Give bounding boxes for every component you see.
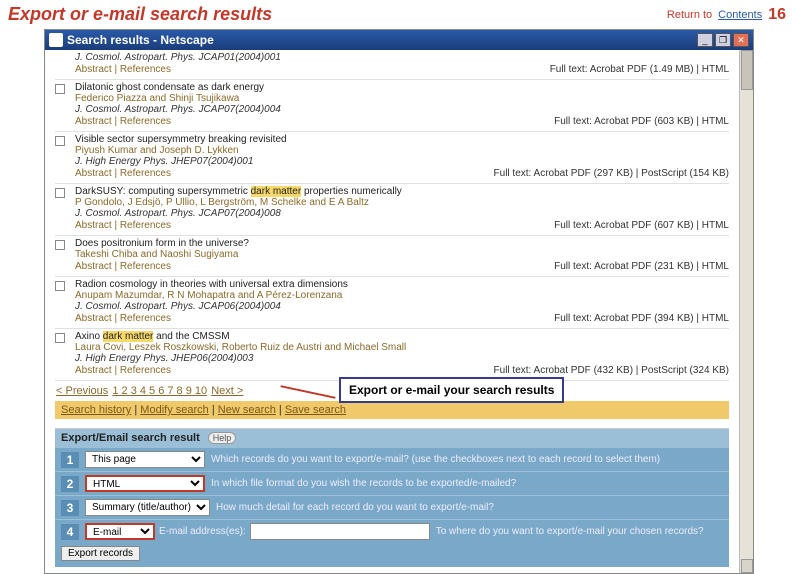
result-authors[interactable]: Anupam Mazumdar, R N Mohapatra and A Pér…: [75, 290, 729, 301]
result-authors[interactable]: Laura Covi, Leszek Roszkowski, Roberto R…: [75, 342, 729, 353]
result-title: DarkSUSY: computing supersymmetric dark …: [75, 186, 729, 197]
email-input[interactable]: [250, 523, 430, 540]
result-links[interactable]: Abstract | References: [75, 365, 171, 376]
highlight: dark matter: [103, 331, 154, 342]
help-button[interactable]: Help: [208, 432, 237, 444]
step-text: Which records do you want to export/e-ma…: [211, 454, 660, 465]
result-checkbox[interactable]: [55, 136, 65, 146]
result-row: J. Cosmol. Astropart. Phys. JCAP01(2004)…: [55, 50, 729, 80]
result-row: DarkSUSY: computing supersymmetric dark …: [55, 184, 729, 236]
callout-label: Export or e-mail your search results: [339, 377, 564, 403]
scroll-thumb[interactable]: [741, 50, 753, 90]
result-title: Radion cosmology in theories with univer…: [75, 279, 729, 290]
result-title: Visible sector supersymmetry breaking re…: [75, 134, 729, 145]
step-text: To where do you want to export/e-mail yo…: [436, 526, 704, 537]
slide-title: Export or e-mail search results: [8, 4, 272, 25]
highlight: dark matter: [251, 186, 302, 197]
search-actions-bar: Search history | Modify search | New sea…: [55, 401, 729, 419]
result-links[interactable]: Abstract | References: [75, 168, 171, 179]
result-journal: J. High Energy Phys. JHEP06(2004)003: [75, 353, 729, 364]
result-authors[interactable]: Takeshi Chiba and Naoshi Sugiyama: [75, 249, 729, 260]
result-checkbox[interactable]: [55, 281, 65, 291]
contents-link[interactable]: Contents: [718, 9, 762, 21]
result-row: Does positronium form in the universe? T…: [55, 236, 729, 277]
maximize-button[interactable]: ❐: [715, 33, 731, 47]
result-title: Dilatonic ghost condensate as dark energ…: [75, 82, 729, 93]
result-authors[interactable]: Federico Piazza and Shinji Tsujikawa: [75, 93, 729, 104]
result-journal: J. Cosmol. Astropart. Phys. JCAP07(2004)…: [75, 208, 729, 219]
fulltext-links[interactable]: Full text: Acrobat PDF (394 KB) | HTML: [554, 313, 729, 324]
pager-prev[interactable]: < Previous: [56, 385, 108, 397]
title-pre: Axino: [75, 331, 103, 342]
email-label: E-mail address(es):: [159, 526, 246, 537]
result-links[interactable]: Abstract | References: [75, 313, 171, 324]
fulltext-links[interactable]: Full text: Acrobat PDF (432 KB) | PostSc…: [494, 365, 729, 376]
netscape-icon: [49, 33, 63, 47]
callout-arrow: [280, 385, 335, 399]
result-checkbox[interactable]: [55, 188, 65, 198]
modify-search-link[interactable]: Modify search: [140, 404, 208, 416]
result-links[interactable]: Abstract | References: [75, 64, 171, 75]
step-text: How much detail for each record do you w…: [216, 502, 494, 513]
step-number: 2: [61, 476, 79, 492]
export-records-button[interactable]: Export records: [61, 546, 140, 561]
result-links[interactable]: Abstract | References: [75, 220, 171, 231]
step-number: 4: [61, 524, 79, 540]
minimize-button[interactable]: _: [697, 33, 713, 47]
result-row: Dilatonic ghost condensate as dark energ…: [55, 80, 729, 132]
new-search-link[interactable]: New search: [218, 404, 276, 416]
window-title: Search results - Netscape: [67, 33, 214, 47]
page-number: 16: [768, 6, 786, 24]
result-journal: J. Cosmol. Astropart. Phys. JCAP06(2004)…: [75, 301, 729, 312]
detail-select[interactable]: Summary (title/author): [85, 499, 210, 516]
export-header: Export/Email search result: [61, 432, 200, 444]
result-journal: J. High Energy Phys. JHEP07(2004)001: [75, 156, 729, 167]
result-links[interactable]: Abstract | References: [75, 261, 171, 272]
result-authors[interactable]: Piyush Kumar and Joseph D. Lykken: [75, 145, 729, 156]
fulltext-links[interactable]: Full text: Acrobat PDF (603 KB) | HTML: [554, 116, 729, 127]
browser-window: Search results - Netscape _ ❐ ✕ J. Cosmo…: [44, 29, 754, 574]
destination-select[interactable]: E-mail: [85, 523, 155, 540]
result-row: Radion cosmology in theories with univer…: [55, 277, 729, 329]
step-text: In which file format do you wish the rec…: [211, 478, 516, 489]
fulltext-links[interactable]: Full text: Acrobat PDF (231 KB) | HTML: [554, 261, 729, 272]
result-checkbox[interactable]: [55, 240, 65, 250]
save-search-link[interactable]: Save search: [285, 404, 346, 416]
pager-next[interactable]: Next >: [211, 385, 243, 397]
search-history-link[interactable]: Search history: [61, 404, 131, 416]
title-post: and the CMSSM: [153, 331, 229, 342]
result-journal: J. Cosmol. Astropart. Phys. JCAP01(2004)…: [75, 52, 729, 63]
result-authors[interactable]: P Gondolo, J Edsjö, P Ullio, L Bergström…: [75, 197, 729, 208]
fulltext-links[interactable]: Full text: Acrobat PDF (297 KB) | PostSc…: [494, 168, 729, 179]
fulltext-links[interactable]: Full text: Acrobat PDF (607 KB) | HTML: [554, 220, 729, 231]
step-number: 3: [61, 500, 79, 516]
step-number: 1: [61, 452, 79, 468]
result-journal: J. Cosmol. Astropart. Phys. JCAP07(2004)…: [75, 104, 729, 115]
title-pre: DarkSUSY: computing supersymmetric: [75, 186, 251, 197]
records-select[interactable]: This page: [85, 451, 205, 468]
vertical-scrollbar[interactable]: [739, 50, 753, 573]
result-checkbox[interactable]: [55, 84, 65, 94]
result-title: Axino dark matter and the CMSSM: [75, 331, 729, 342]
pager-pages[interactable]: 1 2 3 4 5 6 7 8 9 10: [112, 385, 207, 397]
title-post: properties numerically: [301, 186, 402, 197]
result-title: Does positronium form in the universe?: [75, 238, 729, 249]
result-checkbox[interactable]: [55, 333, 65, 343]
export-step-2: 2 HTML In which file format do you wish …: [55, 471, 729, 495]
export-step-1: 1 This page Which records do you want to…: [55, 447, 729, 471]
result-row: Axino dark matter and the CMSSM Laura Co…: [55, 329, 729, 381]
export-panel: Export/Email search result Help 1 This p…: [55, 429, 729, 567]
format-select[interactable]: HTML: [85, 475, 205, 492]
content-area: J. Cosmol. Astropart. Phys. JCAP01(2004)…: [45, 50, 739, 573]
scroll-down-button[interactable]: [741, 559, 753, 573]
return-label: Return to: [667, 9, 712, 21]
titlebar: Search results - Netscape _ ❐ ✕: [45, 30, 753, 50]
close-button[interactable]: ✕: [733, 33, 749, 47]
export-step-4: 4 E-mail E-mail address(es): To where do…: [55, 519, 729, 543]
export-step-3: 3 Summary (title/author) How much detail…: [55, 495, 729, 519]
result-links[interactable]: Abstract | References: [75, 116, 171, 127]
pager: < Previous 1 2 3 4 5 6 7 8 9 10 Next > E…: [55, 381, 729, 401]
fulltext-links[interactable]: Full text: Acrobat PDF (1.49 MB) | HTML: [550, 64, 729, 75]
result-row: Visible sector supersymmetry breaking re…: [55, 132, 729, 184]
